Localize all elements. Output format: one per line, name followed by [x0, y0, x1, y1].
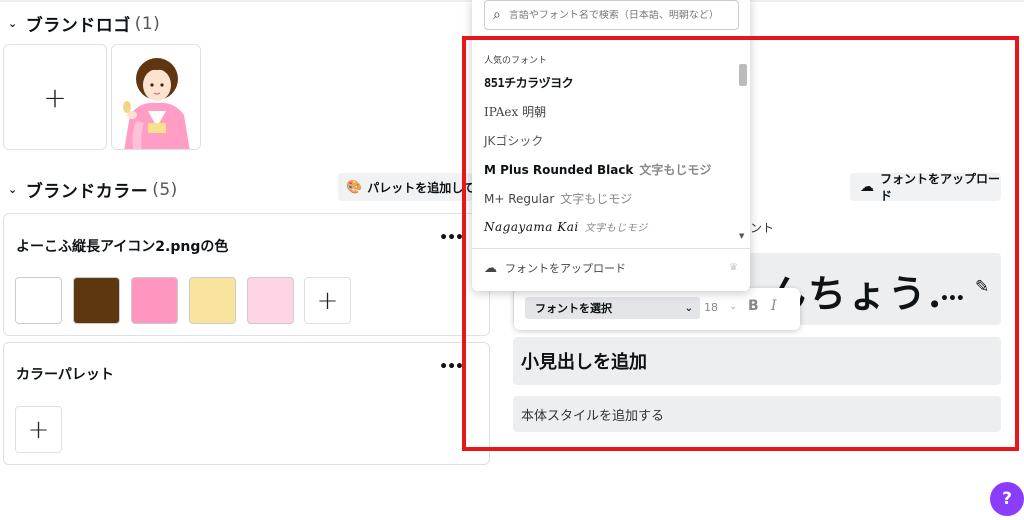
brand-logo-header[interactable]: ⌄ ブランドロゴ (1): [8, 11, 161, 37]
brand-logo-count: (1): [134, 13, 161, 34]
color-palette-card: カラーパレット ••• +: [3, 342, 490, 465]
font-search[interactable]: ⌕: [484, 0, 739, 30]
more-options-icon[interactable]: •••: [439, 359, 464, 375]
add-color-button[interactable]: +: [15, 406, 62, 453]
plus-icon: +: [316, 285, 339, 316]
more-options-icon[interactable]: •••: [439, 230, 464, 246]
plus-icon: +: [27, 414, 50, 445]
color-swatch[interactable]: [73, 277, 120, 324]
chevron-down-icon: ⌄: [8, 17, 18, 30]
color-palette-card: よーこふ縦長アイコン2.pngの色 ••• +: [3, 213, 490, 336]
palette-icon: 🎨: [346, 179, 363, 195]
chevron-down-icon: ⌄: [8, 183, 18, 196]
brand-color-header[interactable]: ⌄ ブランドカラー (5): [8, 177, 178, 203]
color-swatch[interactable]: [247, 277, 294, 324]
highlight-box: [462, 36, 1019, 451]
brand-color-count: (5): [152, 179, 178, 200]
add-palette-button[interactable]: 🎨 パレットを追加して表示: [338, 173, 473, 201]
add-logo-button[interactable]: +: [3, 44, 107, 150]
brand-color-title: ブランドカラー: [25, 182, 149, 202]
color-swatch[interactable]: [189, 277, 236, 324]
palette-title: カラーパレット: [16, 367, 114, 383]
palette-title: よーこふ縦長アイコン2.pngの色: [16, 239, 229, 255]
add-color-button[interactable]: +: [304, 277, 351, 324]
color-swatch[interactable]: [131, 277, 178, 324]
plus-icon: +: [43, 80, 67, 114]
brand-logo-title: ブランドロゴ: [25, 16, 131, 36]
add-palette-label: パレットを追加して表示: [367, 180, 473, 195]
kimono-character-image: [112, 45, 200, 149]
search-icon: ⌕: [493, 7, 501, 23]
help-button[interactable]: ?: [990, 482, 1024, 516]
font-search-input[interactable]: [508, 9, 729, 21]
logo-thumbnail[interactable]: [111, 44, 201, 150]
color-swatch[interactable]: [15, 277, 62, 324]
